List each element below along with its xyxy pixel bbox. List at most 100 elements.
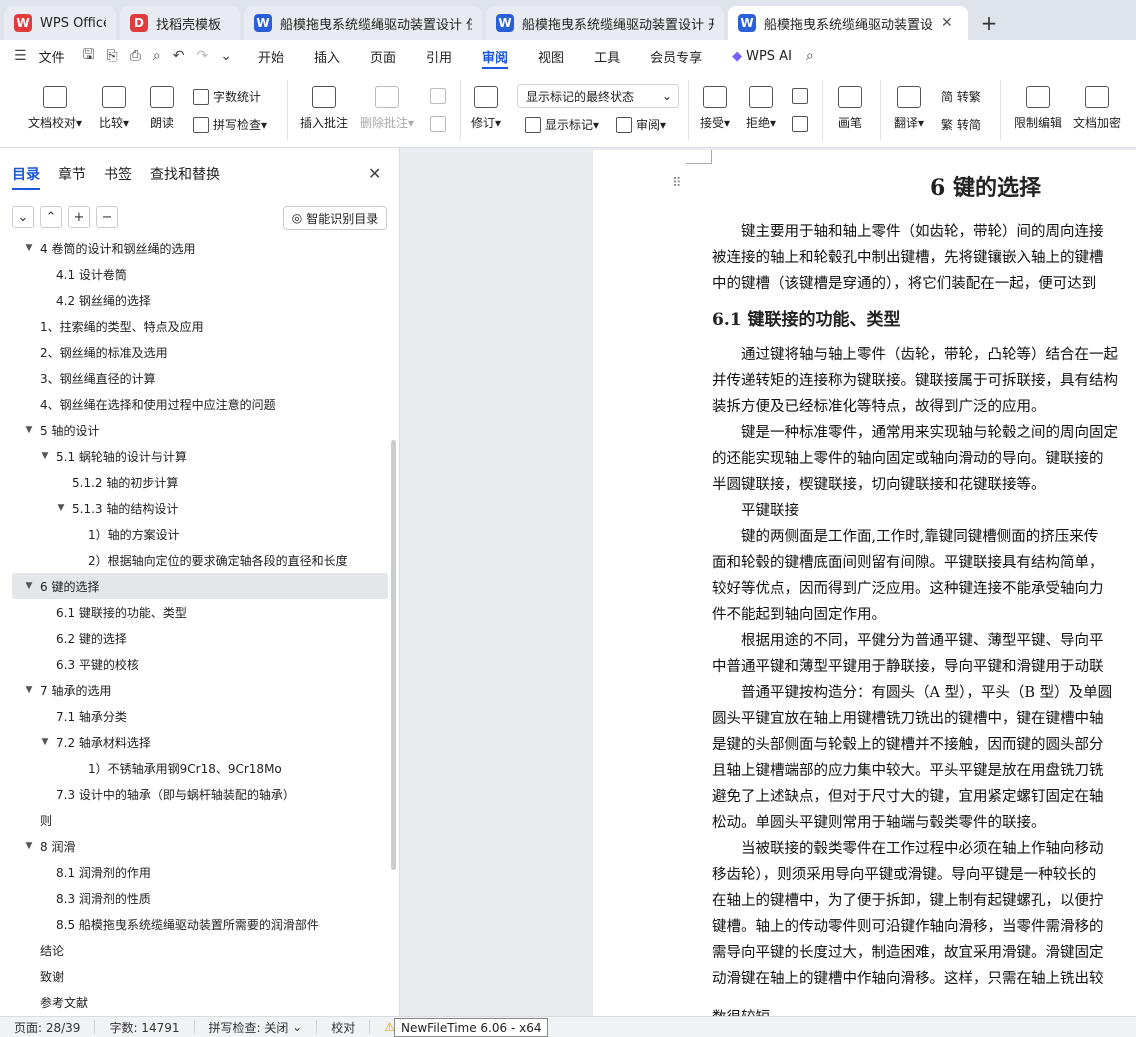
menu-item-7[interactable]: 工具	[594, 40, 620, 72]
collapse-up-button[interactable]: ⌃	[40, 206, 62, 228]
expand-arrow-icon[interactable]: ▼	[22, 425, 36, 435]
expand-arrow-icon[interactable]: ▼	[22, 841, 36, 851]
page-indicator[interactable]: 页面: 28/39	[0, 1020, 96, 1035]
show-markup-button[interactable]: 显示标记 ▾	[525, 116, 599, 133]
read-aloud-button[interactable]: 朗读	[150, 86, 174, 131]
expand-arrow-icon[interactable]: ▼	[22, 243, 36, 253]
more-quick-icon[interactable]: ⌄	[220, 48, 232, 64]
toc-item[interactable]: 7.1 轴承分类	[12, 703, 388, 729]
toc-item[interactable]: ▼ 5.1 蜗轮轴的设计与计算	[12, 443, 388, 469]
expand-arrow-icon[interactable]: ▼	[38, 737, 52, 747]
prev-comment-button[interactable]	[430, 88, 450, 104]
menu-item-3[interactable]: 页面	[370, 40, 396, 72]
close-icon[interactable]: ✕	[368, 164, 381, 183]
tab-3[interactable]: W 船模拖曳系统缆绳驱动装置设计 任务	[244, 6, 482, 40]
translate-button[interactable]: 翻译▾	[894, 86, 924, 131]
accept-button[interactable]: 接受▾	[700, 86, 730, 131]
toc-item[interactable]: 参考文献	[12, 989, 388, 1010]
toc-item[interactable]: ▼ 6 键的选择	[12, 573, 388, 599]
to-simplified-button[interactable]: 繁 转简	[941, 116, 981, 133]
toc-item[interactable]: ▼ 5.1.3 轴的结构设计	[12, 495, 388, 521]
close-tab-icon[interactable]: ✕	[941, 15, 953, 31]
toc-item[interactable]: 结论	[12, 937, 388, 963]
toc-item[interactable]: 1）轴的方案设计	[12, 521, 388, 547]
tab-4[interactable]: W 船模拖曳系统缆绳驱动装置设计 开题	[486, 6, 724, 40]
tab-2[interactable]: D 找稻壳模板	[120, 6, 240, 40]
review-pane-button[interactable]: 审阅 ▾	[616, 116, 666, 133]
menu-item-1[interactable]: 开始	[258, 40, 284, 72]
menu-item-2[interactable]: 插入	[314, 40, 340, 72]
next-change-button[interactable]	[792, 116, 812, 132]
prev-change-button[interactable]	[792, 88, 812, 104]
compare-button[interactable]: 比较▾	[99, 86, 129, 131]
menu-item-6[interactable]: 视图	[538, 40, 564, 72]
new-tab-icon[interactable]: +	[972, 6, 1006, 40]
expand-arrow-icon[interactable]: ▼	[22, 581, 36, 591]
toc-item[interactable]: 6.1 键联接的功能、类型	[12, 599, 388, 625]
tab-1[interactable]: W WPS Office	[4, 6, 116, 40]
toc-item[interactable]: ▼ 4 卷筒的设计和钢丝绳的选用	[12, 238, 388, 261]
menu-item-5[interactable]: 审阅	[482, 40, 509, 72]
toc-item[interactable]: 5.1.2 轴的初步计算	[12, 469, 388, 495]
smart-toc-button[interactable]: ◎ 智能识别目录	[283, 206, 387, 230]
print-icon[interactable]: ⎙	[130, 48, 141, 64]
toc-item[interactable]: ▼ 5 轴的设计	[12, 417, 388, 443]
toc-item[interactable]: 4、钢丝绳在选择和使用过程中应注意的问题	[12, 391, 388, 417]
expand-arrow-icon[interactable]: ▼	[22, 685, 36, 695]
insert-comment-button[interactable]: 插入批注	[300, 86, 348, 131]
toc-item[interactable]: ▼ 7 轴承的选用	[12, 677, 388, 703]
toc-item[interactable]: 7.3 设计中的轴承（即与蜗杆轴装配的轴承）	[12, 781, 388, 807]
toc-item[interactable]: 6.2 键的选择	[12, 625, 388, 651]
doc-check-button[interactable]: 文档校对▾	[28, 86, 82, 131]
reject-button[interactable]: 拒绝▾	[746, 86, 776, 131]
save-icon[interactable]: 🖫	[83, 44, 95, 68]
proof-status[interactable]: 校对	[317, 1020, 371, 1035]
expand-arrow-icon[interactable]: ▼	[54, 503, 68, 513]
to-traditional-button[interactable]: 简 转繁	[941, 88, 981, 105]
toc-item[interactable]: 2、钢丝绳的标准及选用	[12, 339, 388, 365]
panel-tab-2[interactable]: 章节	[58, 164, 86, 190]
menu-item-4[interactable]: 引用	[426, 40, 452, 72]
share-icon[interactable]: ⎘	[107, 48, 118, 64]
toc-item[interactable]: 8.1 润滑剂的作用	[12, 859, 388, 885]
panel-tab-1[interactable]: 目录	[12, 164, 40, 190]
encrypt-button[interactable]: 文档加密	[1073, 86, 1121, 131]
toc-item[interactable]: 2）根据轴向定位的要求确定轴各段的直径和长度	[12, 547, 388, 573]
next-comment-button[interactable]	[430, 116, 450, 132]
track-changes-button[interactable]: 修订▾	[471, 86, 501, 131]
toc-item[interactable]: 致谢	[12, 963, 388, 989]
toc-scrollbar[interactable]	[391, 440, 396, 870]
remove-heading-button[interactable]: −	[96, 206, 118, 228]
search-icon[interactable]: ⌕	[806, 48, 814, 64]
toc-item[interactable]: 8.3 润滑剂的性质	[12, 885, 388, 911]
toc-item[interactable]: 则	[12, 807, 388, 833]
panel-tab-4[interactable]: 查找和替换	[150, 164, 220, 190]
panel-tab-3[interactable]: 书签	[104, 164, 132, 190]
add-heading-button[interactable]: +	[68, 206, 90, 228]
redo-icon[interactable]: ↷	[197, 48, 209, 64]
toc-item[interactable]: 4.2 钢丝绳的选择	[12, 287, 388, 313]
preview-icon[interactable]: ⌕	[153, 48, 161, 64]
drag-handle-icon[interactable]: ⠿	[672, 176, 682, 191]
collapse-down-button[interactable]: ⌄	[12, 206, 34, 228]
display-state-select[interactable]: 显示标记的最终状态 ⌄	[517, 84, 679, 108]
word-count-indicator[interactable]: 字数: 14791	[95, 1020, 195, 1035]
toc-item[interactable]: 3、钢丝绳直径的计算	[12, 365, 388, 391]
wps-ai-button[interactable]: ◆ WPS AI	[732, 40, 792, 72]
menu-item-8[interactable]: 会员专享	[650, 40, 702, 72]
toc-item[interactable]: 4.1 设计卷筒	[12, 261, 388, 287]
hamburger-icon[interactable]: ☰	[14, 48, 27, 64]
toc-item[interactable]: 1）不锈轴承用钢9Cr18、9Cr18Mo	[12, 755, 388, 781]
toc-item[interactable]: 8.5 船模拖曳系统缆绳驱动装置所需要的润滑部件	[12, 911, 388, 937]
pen-button[interactable]: 画笔	[838, 86, 862, 131]
spell-check-status[interactable]: 拼写检查: 关闭 ⌄	[195, 1020, 318, 1035]
word-count-button[interactable]: 字数统计	[193, 88, 261, 105]
expand-arrow-icon[interactable]: ▼	[38, 451, 52, 461]
delete-comment-button[interactable]: 删除批注▾	[360, 86, 414, 131]
toc-item[interactable]: 6.3 平键的校核	[12, 651, 388, 677]
toc-item[interactable]: ▼ 8 润滑	[12, 833, 388, 859]
toc-item[interactable]: ▼ 7.2 轴承材料选择	[12, 729, 388, 755]
toc-item[interactable]: 1、拄索绳的类型、特点及应用	[12, 313, 388, 339]
tab-5[interactable]: W 船模拖曳系统缆绳驱动装置设 ✕	[728, 6, 968, 40]
restrict-edit-button[interactable]: 限制编辑	[1014, 86, 1062, 131]
